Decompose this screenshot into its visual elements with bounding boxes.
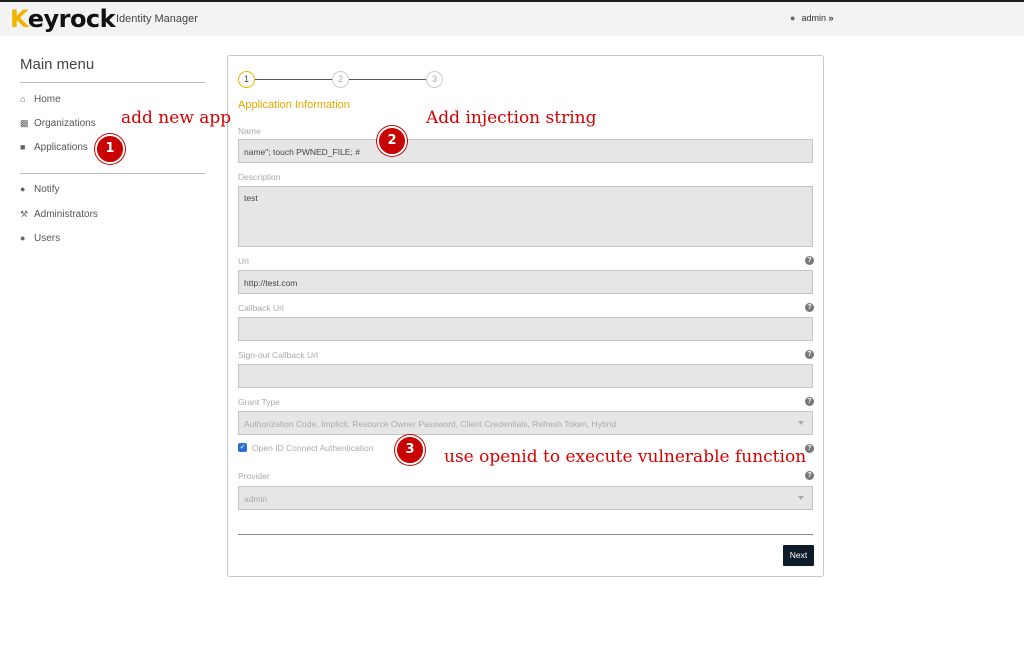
section-title: Application Information bbox=[238, 99, 350, 111]
sidebar-item-applications[interactable]: ■ Applications bbox=[20, 142, 88, 153]
grant-type-select[interactable]: Authorization Code, Implicit, Resource O… bbox=[238, 411, 813, 435]
sidebar-divider bbox=[20, 173, 205, 174]
main-menu-title: Main menu bbox=[20, 56, 95, 73]
sidebar-item-label: Administrators bbox=[34, 209, 98, 220]
wizard-step-2[interactable]: 2 bbox=[332, 71, 349, 88]
url-input[interactable]: http://test.com bbox=[238, 270, 813, 294]
sidebar-item-label: Home bbox=[34, 94, 61, 105]
annotation-text-1: add new app bbox=[121, 108, 232, 128]
sidebar-divider bbox=[20, 82, 205, 83]
comment-icon: ● bbox=[20, 184, 26, 194]
keyrock-logo[interactable]: Keyrock bbox=[10, 5, 116, 33]
openid-checkbox[interactable]: ✓ bbox=[238, 443, 247, 452]
caret-down-icon bbox=[798, 496, 804, 500]
step-connector bbox=[255, 79, 332, 80]
wrench-icon: ⚒ bbox=[20, 209, 29, 219]
sidebar-item-administrators[interactable]: ⚒ Administrators bbox=[20, 209, 98, 220]
sidebar-item-organizations[interactable]: ▩ Organizations bbox=[20, 118, 96, 129]
step-connector bbox=[349, 79, 426, 80]
sidebar-item-notify[interactable]: ● Notify bbox=[20, 184, 60, 195]
openid-help-icon[interactable]: ? bbox=[805, 444, 814, 453]
chevron-down-icon: » bbox=[828, 13, 834, 23]
top-bar: Keyrock Identity Manager ● admin » bbox=[0, 0, 1024, 36]
home-icon: ⌂ bbox=[20, 94, 26, 104]
signout-url-input[interactable] bbox=[238, 364, 813, 388]
description-label: Description bbox=[238, 172, 281, 182]
annotation-text-3: use openid to execute vulnerable functio… bbox=[444, 447, 807, 467]
grant-type-label: Grant Type bbox=[238, 397, 280, 407]
name-label: Name bbox=[238, 126, 261, 136]
openid-label: Open ID Connect Authentication bbox=[252, 443, 374, 453]
provider-value: admin bbox=[244, 494, 268, 504]
signout-url-help-icon[interactable]: ? bbox=[805, 350, 814, 359]
sidebar-item-label: Users bbox=[34, 233, 61, 244]
annotation-badge-1: 1 bbox=[95, 134, 125, 164]
provider-select[interactable]: admin bbox=[238, 486, 813, 510]
logo-text: eyrock bbox=[27, 5, 116, 33]
logo-k: K bbox=[10, 5, 28, 33]
callback-url-input[interactable] bbox=[238, 317, 813, 341]
app-subtitle: Identity Manager bbox=[116, 13, 198, 25]
annotation-badge-2: 2 bbox=[377, 126, 407, 156]
description-textarea[interactable]: test bbox=[238, 186, 813, 247]
sidebar-item-label: Notify bbox=[34, 184, 60, 195]
sidebar-item-label: Applications bbox=[34, 142, 88, 153]
name-input[interactable]: name"; touch PWNED_FILE; # bbox=[238, 139, 813, 163]
sidebar-item-label: Organizations bbox=[34, 118, 96, 129]
wizard-step-3[interactable]: 3 bbox=[426, 71, 443, 88]
wizard-step-1[interactable]: 1 bbox=[238, 71, 255, 88]
callback-url-help-icon[interactable]: ? bbox=[805, 303, 814, 312]
sidebar-item-home[interactable]: ⌂ Home bbox=[20, 94, 61, 105]
annotation-badge-3: 3 bbox=[395, 435, 425, 465]
url-help-icon[interactable]: ? bbox=[805, 256, 814, 265]
user-menu[interactable]: ● admin » bbox=[790, 13, 833, 23]
signout-url-label: Sign-out Callback Url bbox=[238, 350, 318, 360]
next-button[interactable]: Next bbox=[783, 545, 814, 566]
grant-type-help-icon[interactable]: ? bbox=[805, 397, 814, 406]
provider-help-icon[interactable]: ? bbox=[805, 471, 814, 480]
caret-down-icon bbox=[798, 421, 804, 425]
users-icon: ▩ bbox=[20, 118, 29, 128]
user-icon: ● bbox=[20, 233, 26, 243]
sidebar-item-users[interactable]: ● Users bbox=[20, 233, 60, 244]
user-icon: ● bbox=[790, 13, 796, 23]
application-wizard-card: 1 2 3 Application Information Name name"… bbox=[227, 55, 824, 577]
annotation-text-2: Add injection string bbox=[426, 108, 597, 128]
grant-type-value: Authorization Code, Implicit, Resource O… bbox=[244, 419, 617, 429]
cube-icon: ■ bbox=[20, 142, 26, 152]
callback-url-label: Callback Url bbox=[238, 303, 284, 313]
provider-label: Provider bbox=[238, 471, 270, 481]
user-name: admin bbox=[801, 13, 826, 23]
card-divider bbox=[238, 534, 813, 535]
url-label: Url bbox=[238, 256, 249, 266]
